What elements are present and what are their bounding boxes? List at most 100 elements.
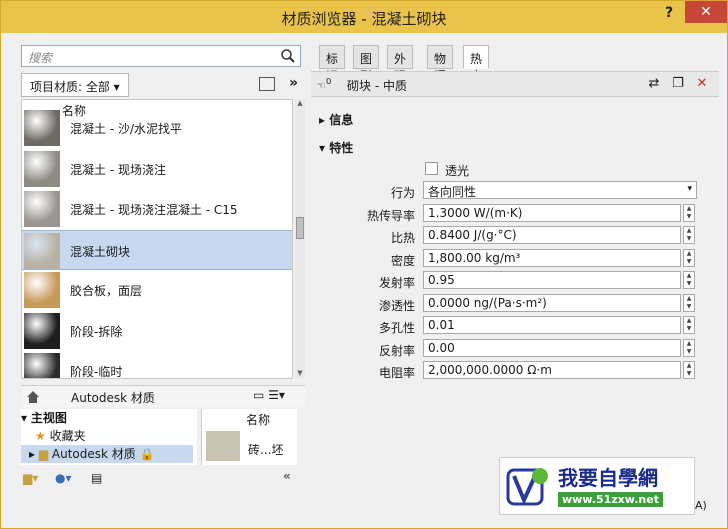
tab-appearance[interactable]: 外观 [387,45,414,83]
property-row: 多孔性 0.01 ▲ ▼ [311,316,719,336]
search-input[interactable]: 搜索 [21,45,301,67]
material-row[interactable]: 阶段-临时 [22,351,292,378]
material-row[interactable]: 混凝土 - 现场浇注 [22,149,292,189]
library-filter-dropdown[interactable]: 项目材质: 全部 ▾ [21,73,129,97]
asset-header: ☜0 砌块 - 中质 ⇄ ❐ ✕ [311,71,719,97]
scroll-up-icon[interactable]: ▲ [295,99,305,109]
property-field[interactable]: 0.00 [423,338,681,357]
section-label: 特性 [329,141,354,155]
site-watermark: 我要自學網 www.51zxw.net [499,457,695,515]
scroll-down-icon[interactable]: ▼ [295,369,305,379]
help-button[interactable]: ? [657,5,681,25]
section-info[interactable]: ▸ 信息 [319,111,353,128]
section-properties[interactable]: ▾ 特性 [319,139,353,156]
material-browser-window: 材质浏览器 - 混凝土砌块 ? ✕ 搜索 项目材质: 全部 ▾ » 名称 混凝土… [0,0,728,529]
tree-item-favorites[interactable]: ★ 收藏夹 [21,427,193,445]
material-list-scrollbar[interactable]: ▲ ▼ [295,99,305,379]
project-material-list: 名称 混凝土 - 沙/水泥找平 混凝土 - 现场浇注 混凝土 - 现场浇注混凝土 -… [21,99,293,379]
spinner-icon[interactable]: ▲ ▼ [683,316,695,334]
section-label: 信息 [329,113,354,127]
expand-panel-icon[interactable]: » [289,75,298,91]
property-field[interactable]: 0.8400 J/(g·°C) [423,226,681,244]
library-filter-label: 项目材质: 全部 [30,80,110,94]
material-thumb [24,312,60,349]
open-library-icon[interactable]: ▆▾ [23,471,38,485]
property-row: 发射率 0.95 ▲ ▼ [311,271,719,291]
folder-icon: ▆ [38,447,49,461]
library-tree: ▾ 主视图 ★ 收藏夹 ▸ ▆ Autodesk 材质 🔒 [21,409,197,465]
duplicate-asset-icon[interactable]: ❐ [669,76,687,94]
property-value: 0.0000 ng/(Pa·s·m²) [428,295,547,310]
transparent-checkbox[interactable] [425,162,438,175]
scroll-thumb[interactable] [296,217,304,239]
property-label: 多孔性 [378,321,415,335]
property-field[interactable]: 2,000,000.0000 Ω·m [423,361,681,379]
title-bar: 材质浏览器 - 混凝土砌块 ? ✕ [1,1,727,33]
material-row[interactable]: 混凝土 - 沙/水泥找平 [22,108,292,148]
property-row: 比热 0.8400 J/(g·°C) ▲ ▼ [311,226,719,246]
spinner-icon[interactable]: ▲ ▼ [683,271,695,289]
chevron-down-icon[interactable]: ▾ [687,184,692,194]
dialog-button-fragment[interactable]: A) [695,499,725,517]
create-material-icon[interactable]: ●▾ [55,471,72,485]
property-row: 电阻率 2,000,000.0000 Ω·m ▲ ▼ [311,361,719,381]
spinner-icon[interactable]: ▲ ▼ [683,338,695,357]
tab-graphics[interactable]: 图形 [353,45,380,83]
material-editor-icon[interactable]: ▤ [91,471,102,485]
material-row[interactable]: 阶段-拆除 [22,311,292,351]
tree-item-home[interactable]: ▾ 主视图 [21,409,193,427]
view-toggle-icon[interactable]: ▭ ☰▾ [253,388,285,402]
column-header-name[interactable]: 名称 [246,411,270,428]
view-options-icon[interactable] [259,77,275,91]
property-label: 渗透性 [378,298,415,313]
property-label: 发射率 [378,276,415,290]
tab-physical[interactable]: 物理 [427,45,454,83]
project-materials-bar: 项目材质: 全部 ▾ » [21,73,301,97]
tree-item-label: 主视图 [30,411,67,425]
property-row: 热传导率 1.3000 W/(m·K) ▲ ▼ [311,203,719,224]
behavior-select[interactable]: 各向同性 ▾ [423,181,697,199]
material-label: 阶段-拆除 [70,324,123,339]
material-thumb [24,191,60,227]
tab-thermal[interactable]: 热度 [463,45,490,83]
tab-identity[interactable]: 标识 [319,45,346,83]
remove-asset-icon[interactable]: ✕ [693,76,711,94]
property-value: 0.8400 J/(g·°C) [428,228,517,242]
property-field[interactable]: 0.95 [423,271,681,289]
spinner-icon[interactable]: ▲ ▼ [683,248,695,267]
list-item[interactable]: 砖...坯 [248,441,283,458]
logo-icon [506,468,548,506]
material-row[interactable]: 混凝土砌块 [22,229,292,270]
spinner-icon[interactable]: ▲ ▼ [683,293,695,312]
property-row: 渗透性 0.0000 ng/(Pa·s·m²) ▲ ▼ [311,293,719,314]
material-label: 混凝土 - 现场浇注 [70,162,166,177]
property-field[interactable]: 1.3000 W/(m·K) [423,203,681,222]
material-row[interactable]: 胶合板，面层 [22,270,292,310]
transparent-label: 透光 [445,164,470,178]
close-button[interactable]: ✕ [685,1,727,23]
lock-icon: 🔒 [139,447,155,461]
library-breadcrumb[interactable]: Autodesk 材质 [71,389,155,406]
collapse-panel-icon[interactable]: « [283,469,291,483]
search-icon[interactable] [280,48,296,64]
spinner-icon[interactable]: ▲ ▼ [683,226,695,244]
asset-actions: ⇄ ❐ ✕ [639,76,711,94]
home-icon[interactable] [25,389,41,405]
spinner-icon[interactable]: ▲ ▼ [683,203,695,222]
replace-asset-icon[interactable]: ⇄ [645,76,663,94]
tree-item-autodesk-materials[interactable]: ▸ ▆ Autodesk 材质 🔒 [21,445,193,463]
material-row[interactable]: 混凝土 - 现场浇注混凝土 - C15 [22,189,292,229]
property-value: 0.00 [428,340,455,355]
property-field[interactable]: 0.01 [423,316,681,334]
material-label: 混凝土 - 沙/水泥找平 [70,122,183,136]
spinner-icon[interactable]: ▲ ▼ [683,361,695,379]
material-thumb [24,150,60,187]
property-label: 反射率 [378,343,415,358]
property-value: 1.3000 W/(m·K) [428,205,523,220]
material-thumb [24,110,60,146]
property-field[interactable]: 0.0000 ng/(Pa·s·m²) [423,293,681,312]
property-value: 2,000,000.0000 Ω·m [428,363,552,377]
property-field[interactable]: 1,800.00 kg/m³ [423,248,681,267]
property-label: 电阻率 [378,366,415,380]
library-nav-bar: Autodesk 材质 ▭ ☰▾ [21,385,305,407]
